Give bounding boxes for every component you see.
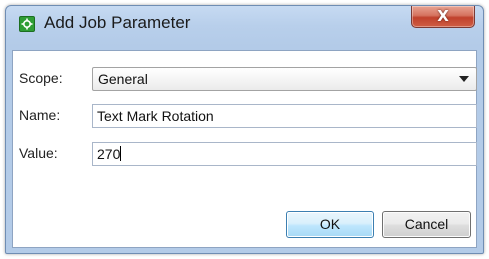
dialog-content: Scope: General Name: Text Mark Rotation … [12, 50, 477, 248]
name-field[interactable]: Text Mark Rotation [92, 104, 477, 128]
scope-dropdown[interactable]: General [92, 67, 477, 91]
cancel-button[interactable]: Cancel [382, 211, 471, 238]
text-caret [120, 146, 122, 161]
scope-selected-value: General [98, 71, 148, 87]
title-bar[interactable]: Add Job Parameter X [6, 6, 483, 52]
green-gear-icon [19, 16, 35, 32]
dialog-window: Add Job Parameter X Scope: General Name:… [5, 5, 484, 254]
value-field-value: 270 [97, 146, 121, 162]
chevron-down-icon[interactable] [459, 76, 469, 82]
name-field-value: Text Mark Rotation [97, 108, 214, 124]
ok-button[interactable]: OK [286, 211, 374, 238]
value-field[interactable]: 270 [92, 142, 477, 166]
dialog-title: Add Job Parameter [44, 13, 191, 32]
name-label: Name: [19, 107, 61, 123]
close-button[interactable]: X [411, 6, 475, 28]
scope-label: Scope: [19, 70, 63, 86]
close-icon: X [437, 7, 449, 25]
value-label: Value: [19, 145, 58, 161]
